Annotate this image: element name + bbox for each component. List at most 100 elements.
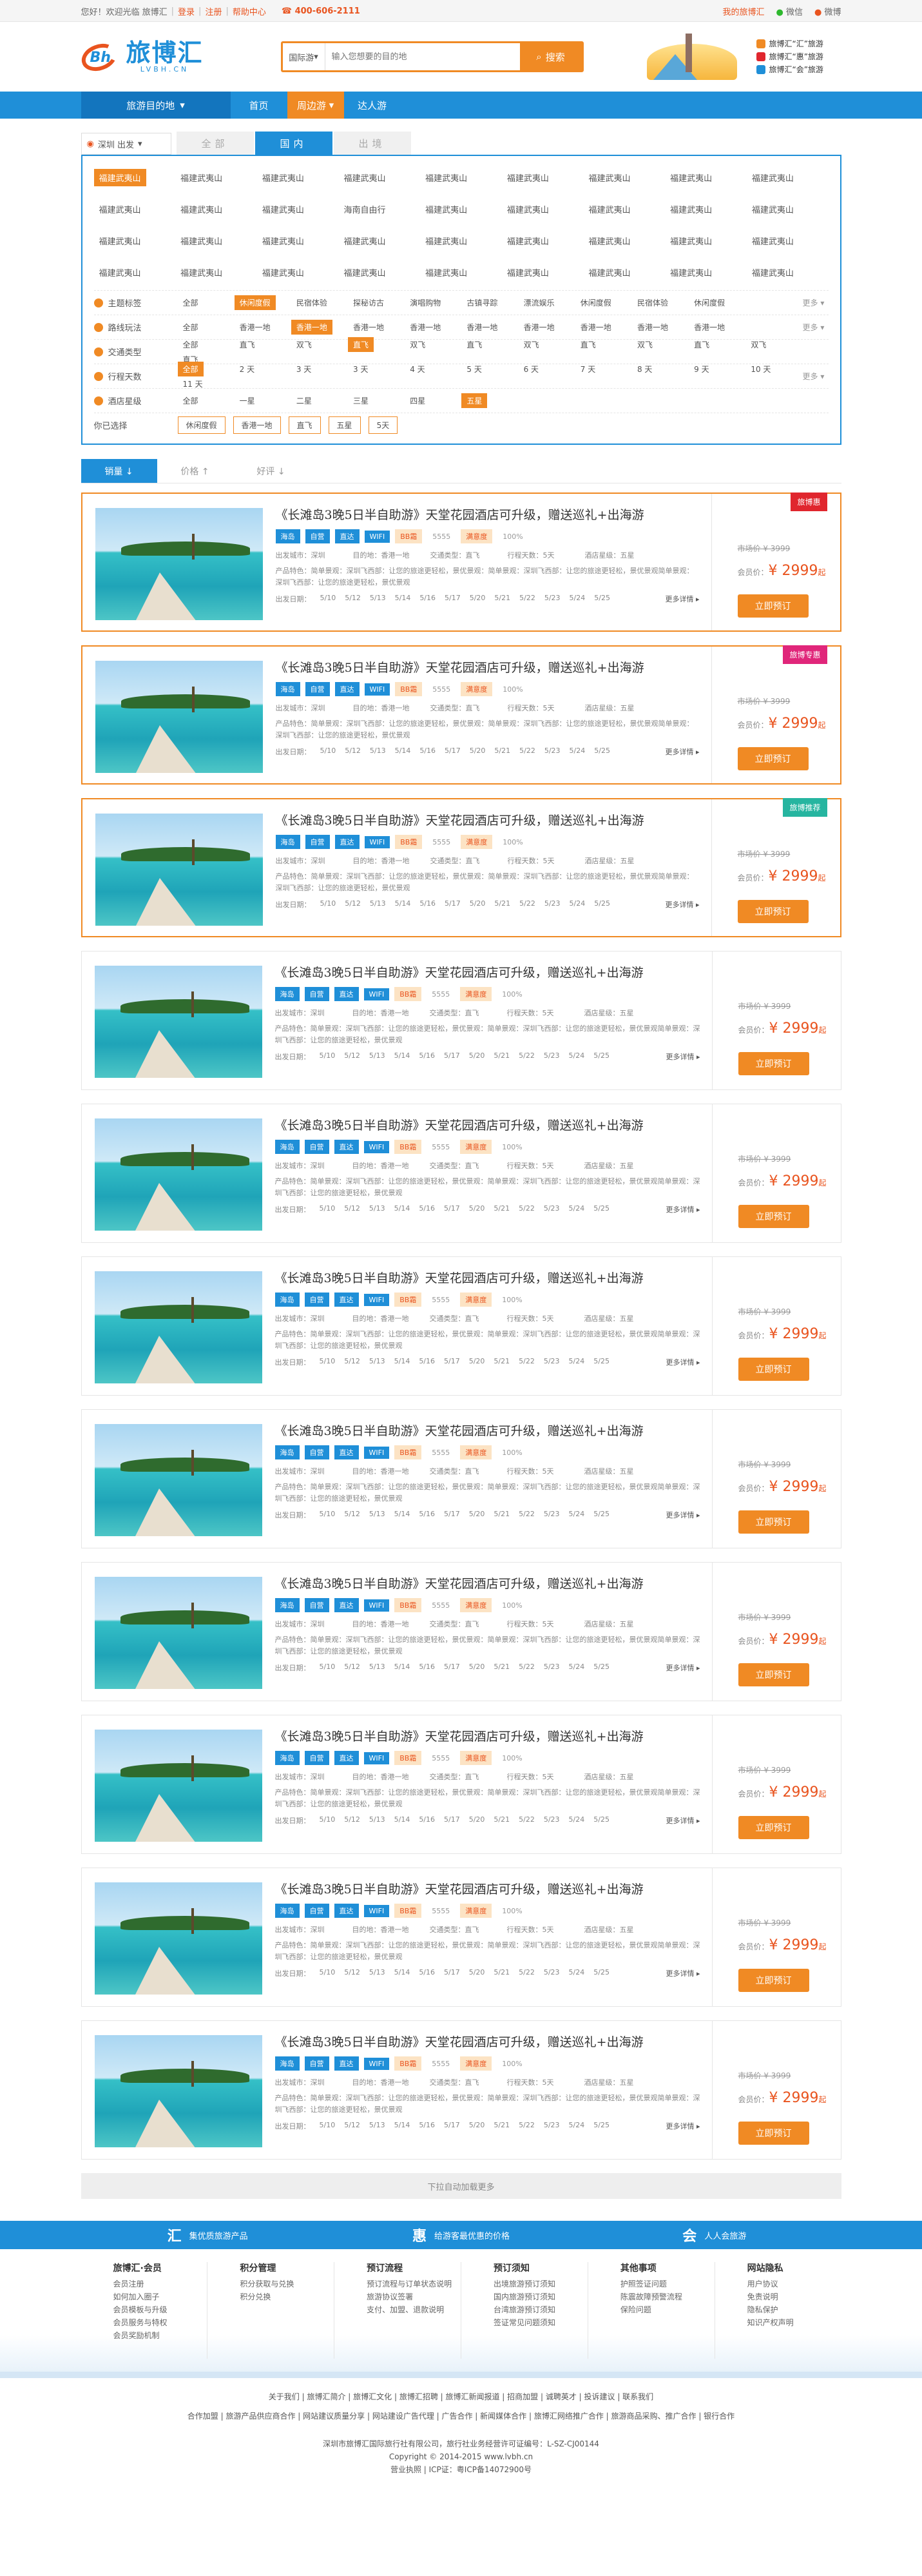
date-item[interactable]: 5/14 [394,1968,410,1978]
more-details-link[interactable]: 更多详情 ▸ [665,746,699,757]
footer-link[interactable]: 会员注册 [113,2278,207,2290]
footer-link[interactable]: 护照签证问题 [620,2278,715,2290]
product-title[interactable]: 《长滩岛3晚5日半自助游》天堂花园酒店可升级，赠送巡礼+出海游 [276,505,700,523]
date-item[interactable]: 5/12 [344,1663,360,1673]
book-now-button[interactable]: 立即预订 [737,594,809,618]
filter-more-button[interactable]: 更多 ▾ [803,297,829,308]
destination-item[interactable]: 福建武夷山 [94,232,146,249]
filter-option[interactable]: 5 天 [461,362,486,376]
product-image[interactable] [94,1271,262,1383]
more-details-link[interactable]: 更多详情 ▸ [666,1357,700,1367]
date-item[interactable]: 5/13 [370,899,386,910]
date-item[interactable]: 5/12 [344,1204,360,1215]
product-card[interactable]: 《长滩岛3晚5日半自助游》天堂花园酒店可升级，赠送巡礼+出海游 海岛 自营 直达 WIF… [81,798,841,937]
date-item[interactable]: 5/12 [344,1968,360,1978]
help-link[interactable]: 帮助中心 [233,5,266,17]
date-item[interactable]: 5/25 [593,1204,610,1215]
more-details-link[interactable]: 更多详情 ▸ [665,594,699,604]
date-item[interactable]: 5/25 [594,594,610,604]
sort-sales[interactable]: 销量 ↓ [81,459,157,483]
product-title[interactable]: 《长滩岛3晚5日半自助游》天堂花园酒店可升级，赠送巡礼+出海游 [275,1116,700,1133]
footer-link[interactable]: 如何加入圈子 [113,2290,207,2303]
date-item[interactable]: 5/14 [394,2121,410,2131]
footer-link[interactable]: 积分兑换 [240,2290,334,2303]
date-item[interactable]: 5/23 [544,1204,560,1215]
date-item[interactable]: 5/25 [594,899,610,910]
destination-item[interactable]: 福建武夷山 [583,169,635,186]
date-item[interactable]: 5/22 [519,1968,535,1978]
filter-option[interactable]: 10 天 [745,362,776,376]
product-image[interactable] [95,508,263,620]
date-item[interactable]: 5/22 [519,746,535,757]
date-item[interactable]: 5/24 [569,1968,585,1978]
footer-link[interactable]: 免责说明 [747,2290,841,2303]
date-item[interactable]: 5/24 [569,1815,585,1826]
destination-item[interactable]: 福建武夷山 [93,169,146,186]
more-details-link[interactable]: 更多详情 ▸ [666,1968,700,1978]
sort-price[interactable]: 价格 ↑ [157,459,233,483]
footer-link[interactable]: 签证常见问题须知 [494,2316,588,2329]
filter-option[interactable]: 民宿体验 [632,295,673,310]
destination-item[interactable]: 福建武夷山 [94,264,146,281]
filter-option[interactable]: 民宿体验 [291,295,332,310]
date-item[interactable]: 5/17 [444,1510,460,1520]
date-item[interactable]: 5/16 [419,1815,435,1826]
filter-more-button[interactable]: 更多 ▾ [803,322,829,333]
date-item[interactable]: 5/13 [369,1204,385,1215]
date-item[interactable]: 5/23 [544,1663,560,1673]
date-item[interactable]: 5/21 [494,1204,510,1215]
footer-link[interactable]: 隐私保护 [747,2303,841,2316]
nav-item-nearby[interactable]: 周边游 ▾ [287,92,344,119]
more-details-link[interactable]: 更多详情 ▸ [666,2121,700,2131]
date-item[interactable]: 5/10 [320,1051,336,1062]
more-details-link[interactable]: 更多详情 ▸ [666,1051,700,1062]
date-item[interactable]: 5/20 [470,594,486,604]
destination-item[interactable]: 福建武夷山 [338,169,390,186]
tab-domestic[interactable]: 国内 [255,132,332,155]
destination-item[interactable]: 福建武夷山 [338,232,390,249]
search-input[interactable] [325,43,520,70]
date-item[interactable]: 5/20 [469,1051,485,1062]
book-now-button[interactable]: 立即预订 [738,1510,809,1534]
date-item[interactable]: 5/17 [444,1663,460,1673]
product-title[interactable]: 《长滩岛3晚5日半自助游》天堂花园酒店可升级，赠送巡礼+出海游 [276,811,700,828]
date-item[interactable]: 5/14 [395,594,411,604]
wechat-link[interactable]: ● 微信 [776,5,803,17]
my-account-link[interactable]: 我的旅博汇 [722,5,764,17]
nav-item-home[interactable]: 首页 [231,92,287,119]
date-item[interactable]: 5/22 [519,899,535,910]
filter-option[interactable]: 直飞 [689,337,715,352]
filter-option[interactable]: 2 天 [235,362,260,376]
book-now-button[interactable]: 立即预订 [738,2122,809,2145]
filter-option[interactable]: 四星 [405,393,430,408]
date-item[interactable]: 5/17 [445,899,461,910]
filter-option[interactable]: 双飞 [519,337,544,352]
date-item[interactable]: 5/10 [320,2121,336,2131]
date-item[interactable]: 5/24 [569,1663,585,1673]
book-now-button[interactable]: 立即预订 [738,1969,809,1992]
destination-item[interactable]: 福建武夷山 [175,264,227,281]
date-item[interactable]: 5/16 [419,1357,435,1367]
footer-link[interactable]: 旅游协议签署 [367,2290,461,2303]
more-details-link[interactable]: 更多详情 ▸ [666,1204,700,1215]
product-card[interactable]: 《长滩岛3晚5日半自助游》天堂花园酒店可升级，赠送巡礼+出海游 海岛 自营 直达 WIF… [81,645,841,785]
date-item[interactable]: 5/16 [419,1510,435,1520]
date-item[interactable]: 5/24 [569,1357,585,1367]
filter-option[interactable]: 8 天 [632,362,657,376]
date-item[interactable]: 5/24 [570,899,586,910]
chosen-filter-tag[interactable]: 5天 [368,416,398,434]
destination-item[interactable]: 福建武夷山 [502,200,554,218]
product-image[interactable] [94,1577,262,1689]
date-item[interactable]: 5/25 [594,746,610,757]
date-item[interactable]: 5/10 [320,594,336,604]
product-title[interactable]: 《长滩岛3晚5日半自助游》天堂花园酒店可升级，赠送巡礼+出海游 [275,1421,700,1439]
destination-item[interactable]: 福建武夷山 [257,169,309,186]
footer-link[interactable]: 用户协议 [747,2278,841,2290]
date-item[interactable]: 5/14 [394,1815,410,1826]
product-card[interactable]: 《长滩岛3晚5日半自助游》天堂花园酒店可升级，赠送巡礼+出海游 海岛 自营 直达 WIF… [81,1104,841,1243]
filter-option[interactable]: 香港一地 [519,320,560,335]
date-item[interactable]: 5/24 [569,1510,585,1520]
filter-option[interactable]: 直飞 [461,337,487,352]
date-item[interactable]: 5/16 [419,1968,435,1978]
book-now-button[interactable]: 立即预订 [738,1816,809,1839]
